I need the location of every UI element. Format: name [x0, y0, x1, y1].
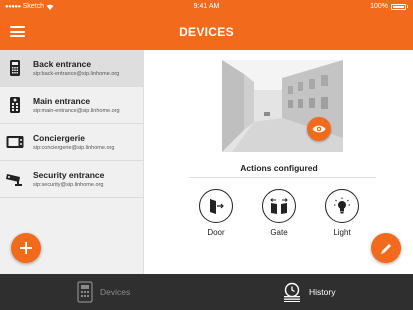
pencil-icon — [380, 243, 391, 254]
status-right: 100% — [370, 3, 408, 10]
battery-percent: 100% — [370, 3, 388, 10]
edit-device-button[interactable] — [371, 233, 401, 263]
device-item-back-entrance[interactable]: Back entrance sip:back-entrance@sip.linh… — [0, 50, 144, 87]
battery-tip — [407, 5, 408, 8]
device-name: Main entrance — [33, 96, 91, 106]
device-address: sip:back-entrance@sip.linhome.org — [33, 71, 120, 77]
intercom-keypad-icon — [10, 60, 20, 76]
action-door[interactable]: Door — [198, 189, 234, 241]
action-label: Gate — [270, 228, 288, 237]
action-gate[interactable]: Gate — [261, 189, 297, 241]
light-bulb-icon — [334, 197, 350, 214]
history-icon — [284, 282, 300, 302]
battery-icon — [391, 3, 406, 10]
device-name: Security entrance — [33, 170, 105, 180]
status-time: 9:41 AM — [193, 3, 220, 10]
status-bar: ●●●●● Sketch 9:41 AM 100% — [0, 0, 413, 14]
tab-devices-label: Devices — [100, 287, 131, 297]
intercom-panel-icon — [10, 97, 20, 113]
eye-icon — [312, 125, 326, 133]
gate-action-button[interactable] — [262, 189, 296, 223]
tab-history-label: History — [309, 287, 336, 297]
device-address: sip:security@sip.linhome.org — [33, 182, 104, 188]
app-bar: DEVICES — [0, 14, 413, 50]
tab-history[interactable]: History — [281, 274, 351, 310]
device-name: Conciergerie — [33, 133, 85, 143]
action-label: Light — [333, 228, 351, 237]
device-name: Back entrance — [33, 59, 92, 69]
light-action-button[interactable] — [325, 189, 359, 223]
actions-title: Actions configured — [240, 163, 318, 173]
tab-devices[interactable]: Devices — [77, 274, 147, 310]
door-action-button[interactable] — [199, 189, 233, 223]
device-address: sip:main-entrance@sip.linhome.org — [33, 108, 120, 114]
gate-icon — [270, 198, 288, 214]
page-title: DEVICES — [179, 25, 234, 39]
action-label: Door — [207, 228, 225, 237]
bottom-nav: Devices History — [0, 274, 413, 310]
device-item-main-entrance[interactable]: Main entrance sip:main-entrance@sip.linh… — [0, 87, 144, 124]
action-light[interactable]: Light — [324, 189, 360, 241]
devices-tab-icon — [77, 281, 93, 303]
actions-divider — [189, 177, 376, 178]
door-icon — [210, 199, 224, 214]
security-camera-icon — [6, 174, 22, 186]
device-address: sip:conciergerie@sip.linhome.org — [33, 145, 115, 151]
device-item-security-entrance[interactable]: Security entrance sip:security@sip.linho… — [0, 161, 144, 198]
add-device-button[interactable] — [11, 233, 41, 263]
indoor-monitor-icon — [6, 136, 24, 148]
plus-icon — [20, 242, 32, 254]
view-camera-button[interactable] — [307, 117, 331, 141]
device-item-conciergerie[interactable]: Conciergerie sip:conciergerie@sip.linhom… — [0, 124, 144, 161]
